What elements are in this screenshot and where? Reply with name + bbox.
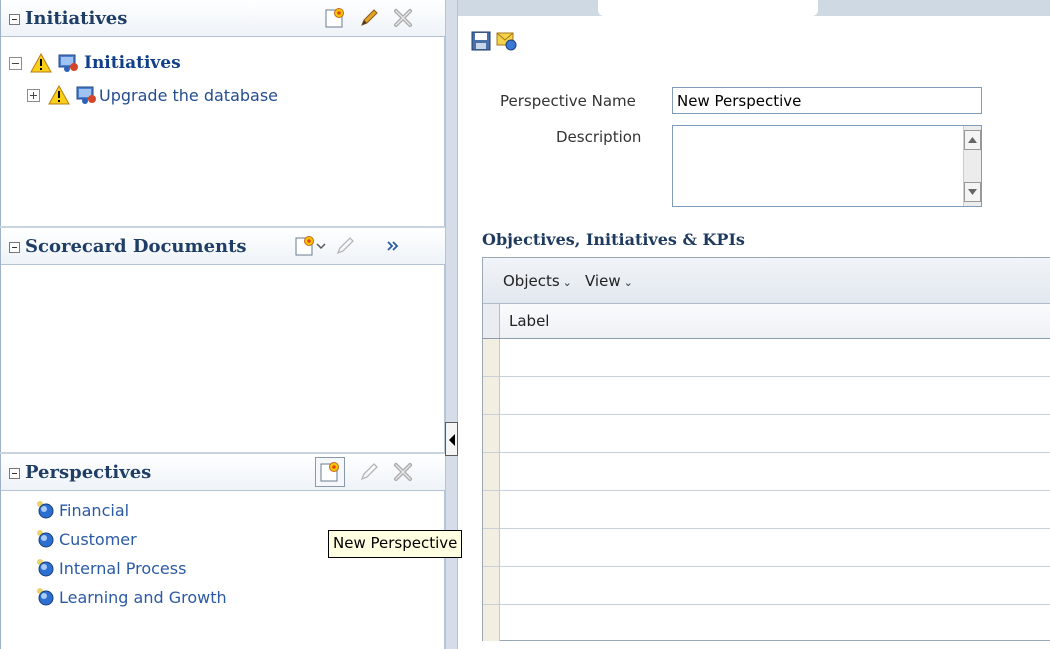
perspective-item-internal-process[interactable]: Internal Process (35, 557, 186, 579)
new-perspective-icon[interactable] (315, 457, 345, 487)
collapse-icon[interactable] (9, 56, 22, 70)
tree-item-label: Initiatives (84, 53, 181, 73)
initiatives-panel-title[interactable]: Initiatives (9, 8, 127, 29)
initiative-icon (76, 85, 98, 105)
table-row[interactable] (483, 529, 1050, 567)
table-row[interactable] (483, 339, 1050, 377)
objectives-table: Objects ⌄ View ⌄ Label (482, 257, 1050, 641)
tab-strip (458, 0, 1050, 16)
row-selector[interactable] (483, 339, 500, 376)
table-row[interactable] (483, 491, 1050, 529)
edit-pencil-icon[interactable] (357, 6, 381, 30)
tree-item-initiatives-root[interactable]: Initiatives (9, 53, 181, 73)
chevron-down-icon: ⌄ (623, 276, 633, 289)
collapse-icon[interactable] (9, 14, 20, 25)
row-selector[interactable] (483, 415, 500, 452)
perspectives-panel-header: Perspectives (1, 454, 445, 491)
perspective-label: Financial (59, 500, 130, 520)
row-selector[interactable] (483, 529, 500, 566)
view-menu-label: View (585, 272, 621, 290)
perspective-item-learning-growth[interactable]: Learning and Growth (35, 586, 227, 608)
perspective-label: Internal Process (59, 558, 187, 578)
column-header-label[interactable]: Label (509, 312, 549, 330)
table-row[interactable] (483, 377, 1050, 415)
initiatives-panel-header: Initiatives (1, 0, 445, 37)
delete-icon[interactable] (391, 6, 415, 30)
initiative-icon (58, 53, 80, 73)
chevron-down-icon: ⌄ (562, 276, 572, 289)
initiatives-panel: Initiatives Initiatives Upgrade the data… (0, 0, 445, 226)
tree-item-label: Upgrade the database (99, 85, 279, 105)
perspective-item-financial[interactable]: Financial (35, 499, 129, 521)
scroll-up-icon[interactable] (964, 130, 981, 150)
row-selector[interactable] (483, 605, 500, 641)
delete-icon[interactable] (391, 460, 415, 484)
save-and-close-icon[interactable] (496, 30, 520, 54)
table-header-row: Label (483, 304, 1050, 339)
perspective-label: Customer (59, 529, 137, 549)
description-textarea[interactable] (672, 125, 982, 207)
perspective-name-label: Perspective Name (500, 92, 636, 110)
collapse-icon[interactable] (9, 468, 20, 479)
row-selector[interactable] (483, 567, 500, 604)
description-label: Description (556, 128, 642, 146)
scorecard-title-text: Scorecard Documents (25, 236, 247, 257)
objectives-table-toolbar: Objects ⌄ View ⌄ (483, 258, 1050, 304)
tree-item-upgrade-database[interactable]: Upgrade the database (27, 85, 278, 105)
table-row[interactable] (483, 605, 1050, 641)
table-row[interactable] (483, 415, 1050, 453)
perspective-icon (35, 557, 57, 579)
description-scrollbar[interactable] (963, 126, 981, 206)
row-selector[interactable] (483, 377, 500, 414)
scroll-down-icon[interactable] (964, 182, 981, 202)
collapse-pane-handle-icon[interactable] (445, 422, 458, 456)
objects-menu-label: Objects (503, 272, 560, 290)
perspective-icon (35, 528, 57, 550)
new-initiative-icon[interactable] (323, 6, 347, 30)
collapse-icon[interactable] (9, 242, 20, 253)
double-chevron-right-icon[interactable] (381, 234, 405, 258)
scorecard-documents-panel: Scorecard Documents (0, 228, 445, 452)
active-tab[interactable] (598, 0, 818, 16)
scorecard-panel-header: Scorecard Documents (1, 228, 445, 265)
perspective-label: Learning and Growth (59, 587, 227, 607)
save-icon[interactable] (470, 30, 494, 54)
chevron-down-icon[interactable] (313, 234, 329, 258)
table-row[interactable] (483, 453, 1050, 491)
perspective-icon (35, 586, 57, 608)
warning-icon (48, 85, 70, 105)
perspectives-panel-title[interactable]: Perspectives (9, 462, 151, 483)
table-row[interactable] (483, 567, 1050, 605)
expand-icon[interactable] (27, 88, 40, 102)
perspective-item-customer[interactable]: Customer (35, 528, 137, 550)
perspective-icon (35, 499, 57, 521)
scorecard-panel-title[interactable]: Scorecard Documents (9, 236, 247, 257)
perspectives-title-text: Perspectives (25, 462, 152, 483)
perspective-editor: Perspective Name Description Objectives,… (458, 0, 1050, 649)
initiatives-title-text: Initiatives (25, 8, 128, 29)
perspective-name-input[interactable] (672, 87, 982, 114)
objects-menu[interactable]: Objects ⌄ (503, 272, 572, 290)
objectives-section-title: Objectives, Initiatives & KPIs (482, 230, 745, 249)
editor-toolbar (458, 16, 1050, 62)
view-menu[interactable]: View ⌄ (585, 272, 633, 290)
warning-icon (30, 53, 52, 73)
new-perspective-tooltip: New Perspective (328, 530, 463, 558)
edit-pencil-icon[interactable] (357, 460, 381, 484)
edit-pencil-icon[interactable] (333, 234, 357, 258)
select-all-cell[interactable] (483, 304, 500, 338)
row-selector[interactable] (483, 491, 500, 528)
row-selector[interactable] (483, 453, 500, 490)
